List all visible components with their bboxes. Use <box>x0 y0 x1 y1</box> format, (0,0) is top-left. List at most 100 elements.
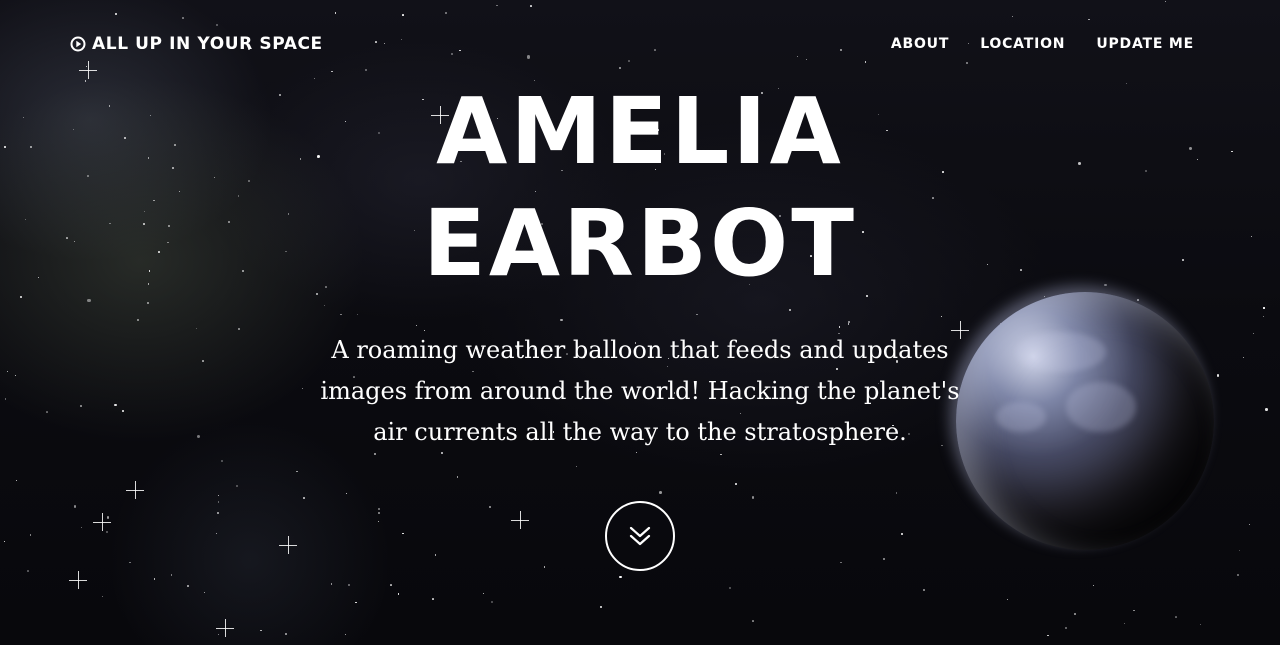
star <box>235 485 239 488</box>
sparkle-star <box>126 481 144 499</box>
star <box>129 561 131 564</box>
star <box>195 327 197 330</box>
star <box>302 497 305 499</box>
star <box>201 360 204 363</box>
star <box>377 520 380 523</box>
star <box>490 600 493 603</box>
star <box>402 532 404 535</box>
star <box>619 575 622 578</box>
star <box>187 585 189 587</box>
star <box>80 527 82 529</box>
star <box>488 505 491 508</box>
star <box>1073 613 1076 616</box>
sparkle-star <box>279 536 297 554</box>
brand-label: ALL UP IN YOUR SPACE <box>92 34 323 54</box>
nav-link-about[interactable]: ABOUT <box>891 36 949 52</box>
nav-link-update-me[interactable]: UPDATE ME <box>1096 36 1194 52</box>
star <box>80 405 83 408</box>
star <box>106 531 109 534</box>
star <box>456 475 459 478</box>
sparkle-star <box>93 513 111 531</box>
star <box>1124 622 1126 624</box>
star <box>87 299 91 303</box>
star <box>901 533 904 536</box>
scroll-down-button[interactable] <box>605 501 675 571</box>
planet-image <box>956 292 1214 550</box>
star <box>847 323 850 326</box>
star <box>923 588 925 591</box>
star <box>735 483 738 486</box>
star <box>431 598 434 601</box>
star <box>238 195 240 197</box>
star <box>390 583 393 586</box>
star <box>378 508 380 510</box>
hero-section: ALL UP IN YOUR SPACE ABOUT LOCATION UPDA… <box>0 0 1280 645</box>
star <box>114 404 117 407</box>
sparkle-star <box>216 619 234 637</box>
star <box>136 319 139 322</box>
top-nav: ALL UP IN YOUR SPACE ABOUT LOCATION UPDA… <box>0 0 1280 88</box>
star <box>751 496 755 500</box>
star <box>695 313 698 316</box>
star <box>1092 584 1094 586</box>
star <box>600 606 602 608</box>
star <box>398 593 400 595</box>
star <box>728 587 731 590</box>
star <box>482 593 484 595</box>
star <box>27 569 30 572</box>
star <box>941 316 943 318</box>
star <box>1133 609 1136 612</box>
star <box>1253 333 1255 335</box>
star <box>1047 634 1049 637</box>
star <box>1238 549 1241 551</box>
star <box>415 324 417 326</box>
nav-links: ABOUT LOCATION UPDATE ME <box>891 36 1194 52</box>
star <box>838 326 841 328</box>
star <box>543 566 546 568</box>
star <box>6 371 8 373</box>
star <box>46 410 49 413</box>
star <box>751 620 754 623</box>
star <box>373 452 376 455</box>
star <box>217 511 220 514</box>
sparkle-star <box>69 571 87 589</box>
star <box>789 308 792 311</box>
hero-title-line2: EARBOT <box>423 190 857 297</box>
star <box>840 561 842 564</box>
star <box>203 591 205 594</box>
star <box>153 578 156 580</box>
sparkle-star <box>511 511 529 529</box>
star <box>331 583 333 585</box>
star <box>16 479 18 482</box>
star <box>316 293 319 296</box>
star <box>1262 315 1264 317</box>
star <box>560 318 563 322</box>
star <box>1243 356 1245 358</box>
star <box>296 470 298 473</box>
hero-title-line1: AMELIA <box>436 78 844 185</box>
star <box>1249 523 1251 526</box>
star <box>344 633 346 635</box>
star <box>1237 574 1240 577</box>
star <box>1175 615 1178 618</box>
star <box>1263 307 1265 309</box>
star <box>378 512 380 515</box>
star <box>220 459 223 462</box>
star <box>348 583 350 586</box>
star <box>1200 623 1202 625</box>
star <box>247 180 250 183</box>
star <box>101 595 104 597</box>
star <box>3 541 5 543</box>
star <box>29 534 32 536</box>
nav-link-location[interactable]: LOCATION <box>980 36 1065 52</box>
star <box>1136 299 1139 301</box>
star <box>122 409 125 412</box>
star <box>1044 295 1046 298</box>
star <box>170 574 173 576</box>
hero-subtitle: A roaming weather balloon that feeds and… <box>320 336 960 446</box>
brand-link[interactable]: ALL UP IN YOUR SPACE <box>70 34 323 54</box>
star <box>260 629 263 632</box>
star <box>237 327 241 331</box>
star <box>895 492 898 494</box>
star <box>720 453 722 455</box>
